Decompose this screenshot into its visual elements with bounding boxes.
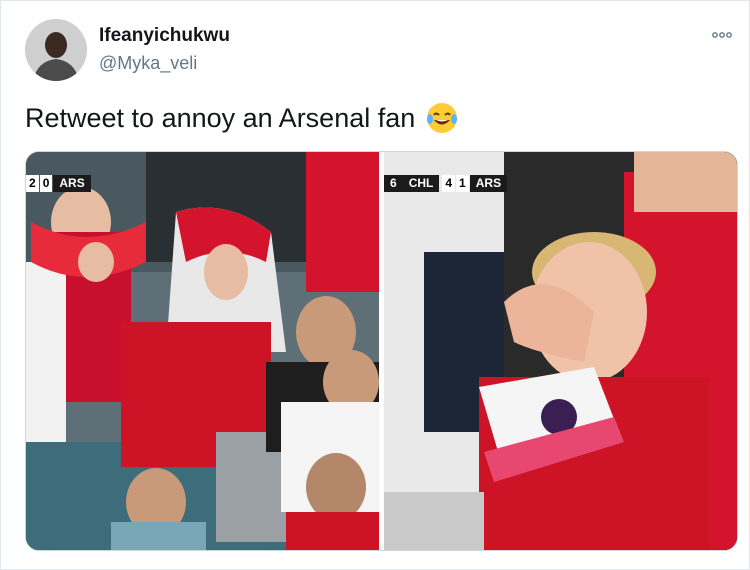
user-handle[interactable]: @Myka_veli xyxy=(99,53,197,74)
tweet-text: Retweet to annoy an Arsenal fan xyxy=(25,101,459,135)
display-name[interactable]: Ifeanyichukwu xyxy=(99,25,230,47)
left-scoreboard: 2 0 ARS xyxy=(26,174,91,192)
right-scoreboard: 6 CHL 4 1 ARS xyxy=(384,174,508,192)
face-with-tears-of-joy-icon xyxy=(425,101,459,135)
away-score: 0 xyxy=(39,174,53,192)
right-photo[interactable]: 6 CHL 4 1 ARS xyxy=(384,152,737,550)
tweet-media[interactable]: 2 0 ARS 6 CHL 4 1 ARS xyxy=(25,151,738,551)
home-score: 2 xyxy=(26,174,39,192)
team-label: ARS xyxy=(53,174,91,192)
avatar[interactable] xyxy=(25,19,87,81)
left-photo[interactable]: 2 0 ARS xyxy=(26,152,379,550)
more-options-icon[interactable] xyxy=(711,27,733,38)
team1-label: CHL xyxy=(402,174,440,192)
team2-label: ARS xyxy=(469,174,508,192)
score1: 4 xyxy=(442,174,456,192)
tweet-card: Ifeanyichukwu @Myka_veli Retweet to anno… xyxy=(0,0,750,570)
match-prefix: 6 xyxy=(384,174,403,192)
tweet-text-content: Retweet to annoy an Arsenal fan xyxy=(25,102,416,133)
score2: 1 xyxy=(456,174,469,192)
